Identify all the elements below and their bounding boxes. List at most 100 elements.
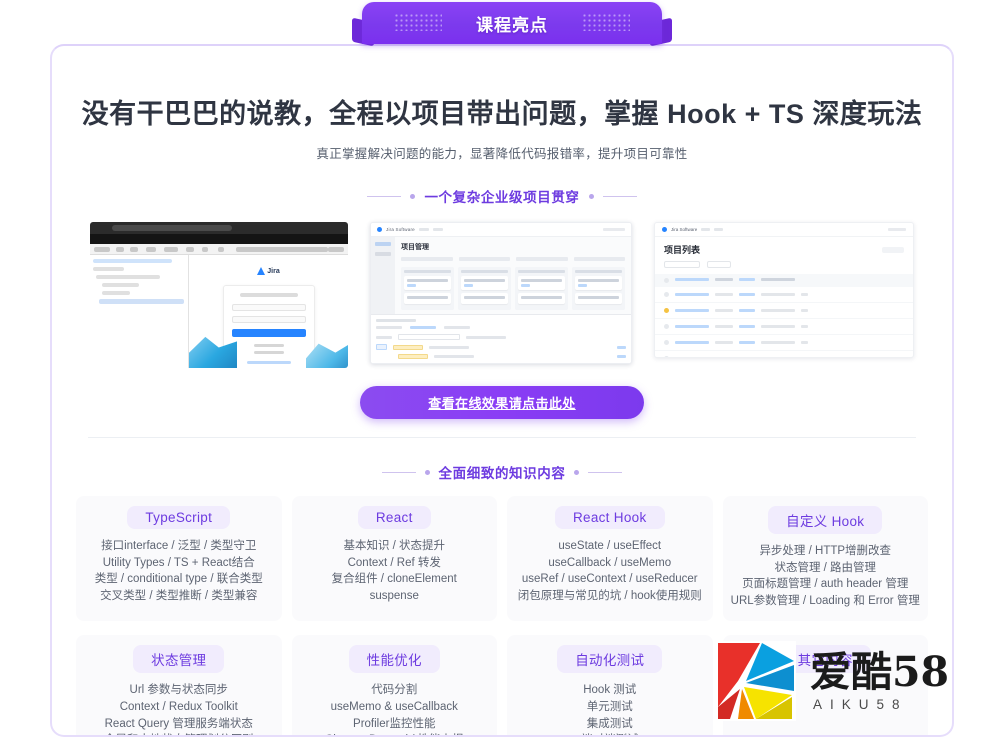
heading-line-left [367, 195, 402, 197]
knowledge-line: 复合组件 / cloneElement [331, 573, 457, 586]
knowledge-line [729, 732, 923, 735]
course-highlight-page: 课程亮点 没有干巴巴的说教，全程以项目带出问题，掌握 Hook + TS 深度玩… [0, 0, 1004, 737]
board-column [515, 267, 568, 310]
cta-label: 查看在线效果请点击此处 [428, 396, 576, 411]
table-header-row [655, 274, 913, 287]
screenshot-project-board[interactable]: Jira Software 项目管理 [370, 222, 632, 364]
knowledge-line: suspense [369, 589, 419, 602]
banner-label: 课程亮点 [476, 15, 548, 35]
screenshot-jira-login[interactable]: Jira [90, 222, 348, 368]
help-link[interactable] [246, 361, 291, 364]
username-field[interactable] [231, 304, 306, 311]
password-field[interactable] [231, 316, 306, 323]
knowledge-line: Profiler监控性能 [353, 717, 436, 730]
knowledge-line: Utility Types / TS + React结合 [102, 556, 255, 569]
board-columns [401, 267, 625, 310]
board-filters [401, 257, 625, 261]
knowledge-line: 单元测试 [586, 700, 633, 713]
knowledge-line: Context / Redux Toolkit [119, 700, 238, 713]
section-heading-project: 一个复杂企业级项目贯穿 [52, 186, 952, 206]
knowledge-line: useCallback / useMemo [548, 556, 672, 569]
knowledge-card-state-management: 状态管理 Url 参数与状态同步 Context / Redux Toolkit… [76, 635, 282, 735]
knowledge-line: 接口interface / 泛型 / 类型守卫 [101, 540, 257, 552]
knowledge-line: 异步处理 / HTTP增删改查 [759, 545, 892, 557]
course-highlight-banner: 课程亮点 [362, 2, 662, 44]
knowledge-grid-row1: TypeScript 接口interface / 泛型 / 类型守卫 Utili… [52, 482, 952, 622]
heading-line-left [381, 471, 416, 473]
knowledge-line: React Query 管理服务端状态 [104, 717, 253, 730]
knowledge-card-tag: React Hook [554, 506, 665, 529]
table-row[interactable] [655, 351, 913, 357]
knowledge-line: 页面标题管理 / auth header 管理 [742, 578, 909, 591]
panel-action-button[interactable] [376, 344, 387, 350]
board-topbar: Jira Software [371, 223, 631, 237]
knowledge-card-performance: 性能优化 代码分割 useMemo & useCallback Profiler… [291, 635, 497, 735]
page-title: 没有干巴巴的说教，全程以项目带出问题，掌握 Hook + TS 深度玩法 [81, 99, 923, 129]
knowledge-card-tag: 自动化测试 [557, 645, 663, 674]
page-subtitle: 真正掌握解决问题的能力，显著降低代码报错率，提升项目可靠性 [316, 147, 688, 161]
jira-logo-icon [662, 227, 667, 232]
table-row[interactable] [655, 335, 913, 351]
board-column [401, 267, 454, 310]
knowledge-card-tag: TypeScript [127, 506, 231, 529]
devtools-and-page: Jira [90, 255, 348, 368]
knowledge-line: 全局和本地状态管理划分原则 [82, 732, 276, 735]
list-search-row [655, 256, 913, 274]
knowledge-line [729, 716, 923, 733]
table-row[interactable] [655, 287, 913, 303]
section-divider [88, 437, 916, 438]
board-content: 项目管理 [371, 237, 631, 314]
heading-dot-right [574, 469, 580, 475]
knowledge-card-tag: 性能优化 [348, 645, 440, 674]
table-row[interactable] [655, 319, 913, 335]
heading-line-right [602, 195, 637, 197]
board-detail-panel [371, 314, 631, 363]
list-topbar: Jira Software [655, 223, 913, 237]
knowledge-line: useRef / useContext / useReducer [521, 573, 698, 586]
knowledge-card-tag: 状态管理 [133, 645, 225, 674]
knowledge-line: useState / useEffect [558, 540, 662, 552]
list-brand-label: Jira Software [671, 227, 698, 232]
knowledge-line: useMemo & useCallback [330, 700, 458, 713]
knowledge-card-tag: 自定义 Hook [768, 506, 883, 534]
jira-logo-icon: Jira [246, 266, 292, 276]
list-filter-select[interactable] [707, 261, 731, 268]
create-project-button[interactable] [882, 246, 904, 253]
screenshot-project-list[interactable]: Jira Software 项目列表 [654, 222, 914, 358]
knowledge-line: 交叉类型 / 类型推断 / 类型兼容 [100, 589, 258, 602]
knowledge-line: Hook 测试 [583, 684, 637, 697]
devtools-elements-pane [90, 255, 189, 368]
list-title: 项目列表 [664, 245, 701, 255]
heading-dot-right [588, 193, 594, 199]
panel-search-input[interactable] [398, 334, 460, 340]
knowledge-card-react-hook: React Hook useState / useEffect useCallb… [507, 496, 713, 622]
devtools-toolbar [90, 244, 348, 255]
knowledge-line: Url 参数与状态同步 [129, 684, 228, 697]
heading-dot-left [424, 469, 430, 475]
knowledge-card-other: 其它内容 [722, 635, 928, 735]
knowledge-line: 状态管理 / 路由管理 [774, 561, 877, 574]
browser-dark-strip [90, 234, 348, 244]
knowledge-line: Chrome Devtool / 性能上报 [298, 732, 492, 735]
login-submit-button[interactable] [231, 329, 306, 337]
board-title: 项目管理 [401, 244, 429, 251]
list-search-input[interactable] [664, 261, 700, 268]
section-heading-knowledge-label: 全面细致的知识内容 [438, 466, 566, 481]
board-column [572, 267, 625, 310]
screenshot-gallery: Jira Jira Software 项目管理 Jira Software 项目… [52, 222, 952, 368]
table-row[interactable] [655, 303, 913, 319]
knowledge-card-automated-testing: 自动化测试 Hook 测试 单元测试 集成测试 端对端测试 [507, 635, 713, 735]
knowledge-line: 集成测试 [586, 717, 633, 730]
browser-chrome-bar [90, 222, 348, 234]
heading-line-right [588, 471, 623, 473]
list-header: 项目列表 [655, 237, 913, 256]
heading-dot-left [410, 193, 416, 199]
knowledge-line: 闭包原理与常见的坑 / hook使用规则 [517, 589, 702, 602]
knowledge-line [729, 682, 923, 699]
knowledge-card-custom-hook: 自定义 Hook 异步处理 / HTTP增删改查 状态管理 / 路由管理 页面标… [722, 496, 928, 622]
board-brand-label: Jira Software [386, 227, 415, 232]
knowledge-line: 端对端测试 [513, 732, 707, 735]
knowledge-card-typescript: TypeScript 接口interface / 泛型 / 类型守卫 Utili… [76, 496, 282, 622]
knowledge-card-tag: React [357, 506, 431, 529]
view-online-demo-button[interactable]: 查看在线效果请点击此处 [360, 386, 644, 419]
